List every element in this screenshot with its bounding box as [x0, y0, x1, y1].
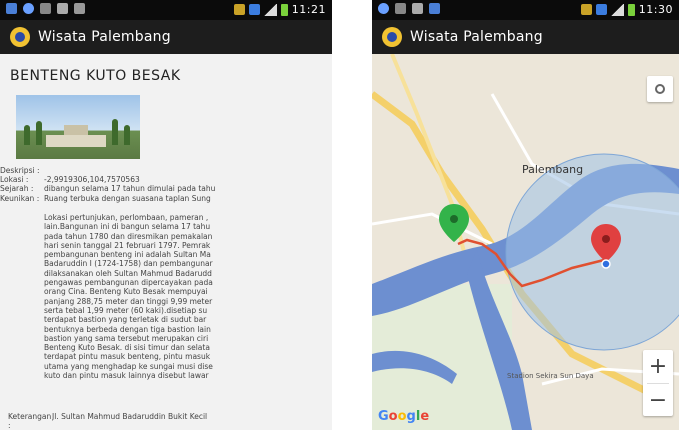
app-title: Wisata Palembang	[38, 29, 171, 45]
place-title: BENTENG KUTO BESAK	[10, 68, 181, 84]
signal-notification-icon	[40, 3, 51, 14]
image-icon	[74, 3, 85, 14]
signal-notification-icon	[395, 3, 406, 14]
field-label: Deskripsi :	[0, 166, 40, 175]
signal-icon	[263, 3, 277, 16]
chat-icon	[23, 3, 34, 14]
description-line: pada tahun 1780 dan diresmikan pemakalan	[44, 231, 213, 241]
field-label: Sejarah :	[0, 184, 34, 194]
my-location-icon	[655, 84, 665, 94]
wifi-icon	[580, 4, 592, 15]
description-text: Lokasi pertunjukan, perlombaan, pameran …	[44, 213, 322, 380]
place-photo	[16, 95, 140, 159]
zoom-in-button[interactable]: +	[643, 350, 673, 383]
wifi-icon	[233, 4, 245, 15]
my-location-button[interactable]	[647, 76, 673, 102]
detail-screen: 11:21 Wisata Palembang BENTENG KUTO BESA…	[0, 0, 332, 430]
status-bar: 11:21	[0, 0, 332, 20]
field-keterangan: Keterangan : Jl. Sultan Mahmud Badaruddi…	[0, 412, 332, 430]
status-bar: 11:30	[372, 0, 679, 20]
field-list: Deskripsi : Lokasi : -2,9919306,104,7570…	[0, 166, 332, 203]
field-value: -2,9919306,104,7570563	[44, 175, 140, 185]
field-label: Lokasi :	[0, 175, 29, 185]
signal-icon	[610, 3, 624, 16]
status-time: 11:21	[291, 3, 326, 16]
chat-icon	[378, 3, 389, 14]
description-line: serta tebal 1,99 meter (60 kaki).disetia…	[44, 305, 208, 315]
description-line: bentuknya berbeda dengan tiga bastion la…	[44, 324, 211, 334]
app-logo-icon[interactable]	[10, 27, 30, 47]
app-title: Wisata Palembang	[410, 29, 543, 45]
zoom-out-button[interactable]: −	[643, 384, 673, 417]
zoom-controls: + −	[643, 350, 673, 416]
app-logo-icon[interactable]	[382, 27, 402, 47]
stadium-label: Stadion Sekira Sun Daya	[507, 372, 594, 380]
description-line: terdapat pintu masuk benteng, pintu masu…	[44, 352, 211, 362]
description-line: Benteng Kuto Besak. di sisi timur dan se…	[44, 343, 210, 353]
description-line: dilaksanakan oleh Sultan Mahmud Badarudd	[44, 268, 212, 278]
description-line: hari senin tanggal 21 februari 1797. Pem…	[44, 240, 211, 250]
notification-icon	[429, 3, 440, 14]
detail-content[interactable]: BENTENG KUTO BESAK Deskripsi : Lokasi : …	[0, 54, 332, 430]
description-line: Lokasi pertunjukan, perlombaan, pameran …	[44, 213, 209, 222]
field-value: Jl. Sultan Mahmud Badaruddin Bukit Kecil	[52, 412, 208, 421]
battery-icon	[627, 3, 635, 16]
field-label: Keterangan :	[8, 412, 52, 430]
description-line: pengawas pembangunan dipercayakan pada	[44, 278, 213, 288]
field-label: Keunikan :	[0, 193, 40, 203]
description-line: kuto dan pintu masuk lainnya disebut law…	[44, 371, 209, 381]
field-deskripsi: Deskripsi :	[0, 166, 332, 175]
battery-icon	[280, 3, 288, 16]
description-line: terdapat bastion yang terletak di sudut …	[44, 315, 207, 325]
bluetooth-icon	[595, 4, 607, 15]
map-view[interactable]: Palembang Stadion Sekira Sun Daya + − Go…	[372, 54, 679, 430]
notification-icon	[6, 3, 17, 14]
description-line: Badaruddin I (1724-1758) dan pembangunar	[44, 259, 213, 269]
action-bar: Wisata Palembang	[372, 20, 679, 54]
description-line: bastion yang sama tersebut merupakan cir…	[44, 333, 209, 343]
description-line: lain.Bangunan ini di bangun selama 17 ta…	[44, 222, 211, 232]
field-value	[44, 166, 332, 175]
field-sejarah: Sejarah : dibangun selama 17 tahun dimul…	[0, 184, 332, 193]
action-bar: Wisata Palembang	[0, 20, 332, 54]
description-line: panjang 288,75 meter dan tinggi 9,99 met…	[44, 296, 213, 306]
map-screen: 11:30 Wisata Palembang Palembang Stadion…	[372, 0, 679, 430]
field-value: dibangun selama 17 tahun dimulai pada ta…	[44, 184, 216, 194]
field-value: Ruang terbuka dengan suasana taplan Sung	[44, 193, 211, 203]
bluetooth-icon	[248, 4, 260, 15]
usb-icon	[57, 3, 68, 14]
google-logo: Google	[378, 409, 430, 424]
description-line: pembangunan benteng ini adalah Sultan Ma	[44, 250, 211, 260]
field-keunikan: Keunikan : Ruang terbuka dengan suasana …	[0, 194, 332, 203]
city-label: Palembang	[522, 163, 584, 176]
description-line: orang Cina. Benteng Kuto Besak mempuyai	[44, 287, 208, 297]
message-icon	[412, 3, 423, 14]
field-lokasi: Lokasi : -2,9919306,104,7570563	[0, 175, 332, 184]
status-time: 11:30	[638, 3, 673, 16]
description-line: utama yang menghadap ke sungai musi dise	[44, 361, 213, 371]
